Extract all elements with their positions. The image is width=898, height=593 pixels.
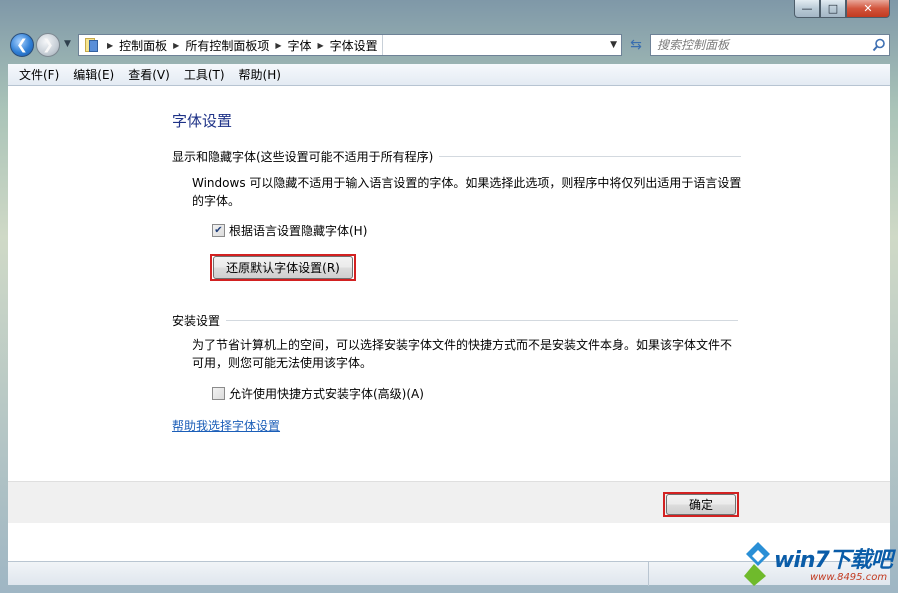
breadcrumb-item[interactable]: ▶ 字体 xyxy=(269,35,311,55)
watermark-url: www.8495.com xyxy=(810,572,888,583)
arrow-left-icon: ❮ xyxy=(16,37,28,53)
caption-buttons: — □ ✕ xyxy=(794,0,890,20)
breadcrumb-item[interactable]: ▶ 字体设置 xyxy=(312,35,383,55)
back-button[interactable]: ❮ xyxy=(10,33,34,57)
watermark: win7下载吧 www.8495.com xyxy=(744,538,894,590)
section-divider xyxy=(439,156,742,157)
search-input[interactable] xyxy=(651,36,869,54)
breadcrumb-all-items: 所有控制面板项 xyxy=(185,38,270,53)
breadcrumb-font-settings: 字体设置 xyxy=(329,38,378,53)
close-button[interactable]: ✕ xyxy=(846,0,890,18)
show-hide-fonts-description: Windows 可以隐藏不适用于输入语言设置的字体。如果选择此选项，则程序中将仅… xyxy=(192,176,742,208)
breadcrumb-item[interactable]: ▶ 所有控制面板项 xyxy=(167,35,269,55)
recent-pages-dropdown[interactable]: ▼ xyxy=(64,39,71,49)
install-settings-description: 为了节省计算机上的空间，可以选择安装字体文件的快捷方式而不是安装文件本身。如果该… xyxy=(192,338,733,370)
hide-fonts-checkbox-label: 根据语言设置隐藏字体(H) xyxy=(229,224,368,238)
address-bar[interactable]: ▶ 控制面板 ▶ 所有控制面板项 ▶ 字体 ▶ 字体设置 ▼ xyxy=(78,34,622,56)
menu-bar: 文件(F) 编辑(E) 查看(V) 工具(T) 帮助(H) xyxy=(8,64,890,86)
install-settings-heading: 安装设置 xyxy=(172,314,221,328)
window-frame: — □ ✕ ❮ ❯ ▼ ▶ 控制面板 ▶ 所有控制面板项 ▶ 字体 ▶ 字体设置… xyxy=(0,0,898,593)
refresh-button[interactable]: ⇆ xyxy=(626,35,646,55)
menu-edit[interactable]: 编辑(E) xyxy=(66,66,121,83)
forward-button[interactable]: ❯ xyxy=(36,33,60,57)
search-icon[interactable] xyxy=(869,35,889,55)
chevron-right-icon: ▶ xyxy=(107,40,114,50)
status-divider xyxy=(648,562,649,586)
content-pane: 字体设置 显示和隐藏字体(这些设置可能不适用于所有程序) Windows 可以隐… xyxy=(8,86,890,481)
chevron-down-icon: ▼ xyxy=(64,39,71,49)
page-title: 字体设置 xyxy=(172,112,233,130)
show-hide-fonts-heading: 显示和隐藏字体(这些设置可能不适用于所有程序) xyxy=(172,150,434,164)
hide-fonts-checkbox-row[interactable]: ✔ 根据语言设置隐藏字体(H) xyxy=(212,222,367,239)
search-box xyxy=(650,34,890,56)
restore-default-fonts-button[interactable]: 还原默认字体设置(R) xyxy=(213,256,353,279)
control-panel-icon xyxy=(83,37,101,53)
breadcrumb-fonts: 字体 xyxy=(287,38,312,53)
dialog-button-area: 确定 xyxy=(8,481,890,523)
chevron-right-icon: ▶ xyxy=(317,40,324,50)
hide-fonts-checkbox[interactable]: ✔ xyxy=(212,224,225,237)
chevron-right-icon: ▶ xyxy=(275,40,282,50)
section-header: 显示和隐藏字体(这些设置可能不适用于所有程序) xyxy=(172,148,742,165)
help-choose-font-settings-link[interactable]: 帮助我选择字体设置 xyxy=(172,417,280,434)
breadcrumb-control-panel: 控制面板 xyxy=(119,38,168,53)
menu-file[interactable]: 文件(F) xyxy=(12,66,66,83)
arrow-right-icon: ❯ xyxy=(42,37,54,53)
breadcrumb-item[interactable]: ▶ 控制面板 xyxy=(101,35,167,55)
menu-help[interactable]: 帮助(H) xyxy=(232,66,288,83)
watermark-title: win7下载吧 xyxy=(774,548,893,573)
section-divider xyxy=(226,320,739,321)
shortcut-install-checkbox[interactable] xyxy=(212,387,225,400)
refresh-icon: ⇆ xyxy=(630,37,642,53)
shortcut-install-checkbox-label: 允许使用快捷方式安装字体(高级)(A) xyxy=(229,387,424,401)
close-icon: ✕ xyxy=(863,2,873,15)
menu-tools[interactable]: 工具(T) xyxy=(177,66,232,83)
menu-view[interactable]: 查看(V) xyxy=(121,66,177,83)
minimize-button[interactable]: — xyxy=(794,0,820,18)
address-history-dropdown[interactable]: ▼ xyxy=(610,40,617,50)
maximize-icon: □ xyxy=(827,2,839,15)
minimize-icon: — xyxy=(801,2,813,15)
navigation-bar: ❮ ❯ ▼ ▶ 控制面板 ▶ 所有控制面板项 ▶ 字体 ▶ 字体设置 ▼ ⇆ 搜… xyxy=(8,30,890,60)
maximize-button[interactable]: □ xyxy=(820,0,846,18)
ok-button[interactable]: 确定 xyxy=(666,494,736,515)
shortcut-install-checkbox-row[interactable]: 允许使用快捷方式安装字体(高级)(A) xyxy=(212,385,424,402)
section-header: 安装设置 xyxy=(172,312,739,329)
chevron-right-icon: ▶ xyxy=(173,40,180,50)
